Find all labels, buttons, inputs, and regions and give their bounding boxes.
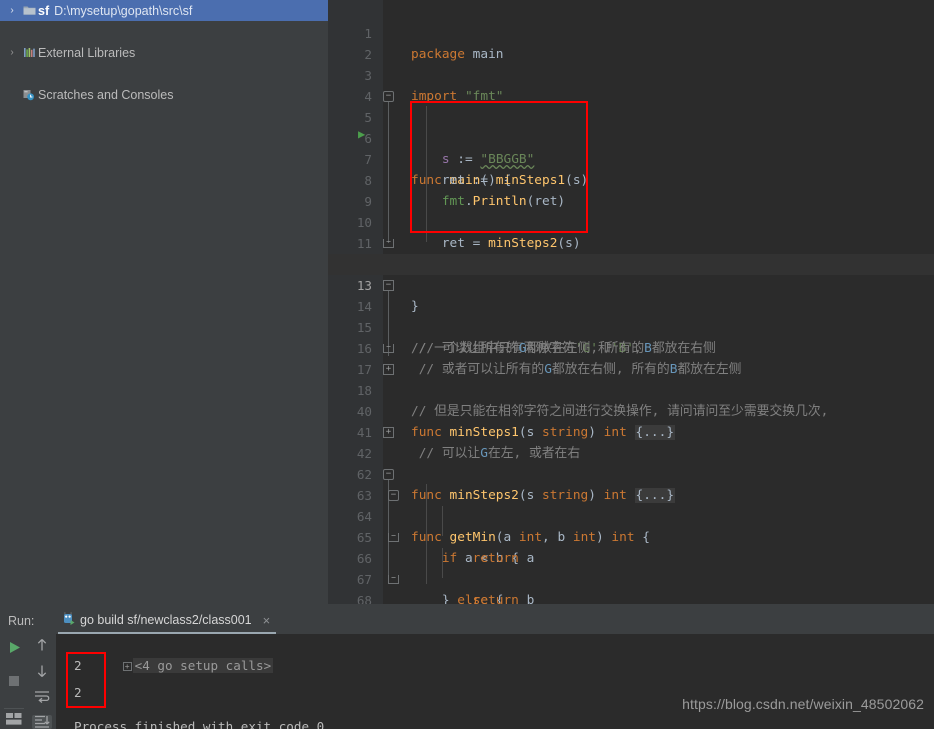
fold-collapse-icon[interactable]: − (383, 91, 394, 102)
console-finished-line: Process finished with exit code 0 (74, 716, 324, 729)
line-number: 68 (328, 590, 372, 604)
code-line: 16 // 或者可以让所有的G都放在右侧, 所有的B都放在左侧 (328, 317, 934, 338)
project-tree-panel: › sf D:\mysetup\gopath\src\sf › External… (0, 0, 328, 604)
chevron-right-icon[interactable]: › (4, 6, 20, 16)
fold-end-icon[interactable]: − (388, 575, 399, 584)
code-line: 40 (328, 380, 934, 401)
code-line: 4 (328, 65, 934, 86)
console-setup-line[interactable]: +<4 go setup calls> (62, 634, 273, 697)
tree-item-label: sf (38, 4, 49, 18)
console-output[interactable]: +<4 go setup calls> 2 2 Process finished… (56, 634, 934, 729)
run-tool-window: Run: go build sf/newclass2/class001 × (0, 604, 934, 729)
scratches-icon (20, 89, 38, 101)
code-line: 5 ▶ − func main() { (328, 86, 934, 107)
run-window-label: Run: (8, 614, 50, 628)
code-line: 62 (328, 443, 934, 464)
run-button[interactable] (4, 638, 24, 658)
fold-expand-icon[interactable]: + (383, 364, 394, 375)
expand-icon[interactable]: + (123, 662, 132, 671)
tree-item-external-libraries[interactable]: › External Libraries (0, 42, 328, 63)
fold-collapse-icon[interactable]: − (388, 490, 399, 501)
stop-button[interactable] (4, 671, 24, 691)
code-line: 3 import "fmt" (328, 44, 934, 65)
code-line: 68 − } (328, 569, 934, 590)
console-output-line: 2 (74, 655, 82, 676)
folder-icon (20, 5, 38, 16)
code-line: 18 + func minSteps1(s string) int {...} (328, 359, 934, 380)
code-line: 65 return a (328, 506, 934, 527)
tree-item-path: D:\mysetup\gopath\src\sf (54, 4, 192, 18)
run-header: Run: go build sf/newclass2/class001 × (0, 608, 934, 634)
tree-item-sf[interactable]: › sf D:\mysetup\gopath\src\sf (0, 0, 328, 21)
code-line: 11 fmt.Println(ret) (328, 212, 934, 233)
run-toolbar-left (0, 634, 28, 729)
fold-end-icon[interactable]: − (388, 533, 399, 542)
code-line: 17 − // 但是只能在相邻字符之间进行交换操作, 请问请问至少需要交换几次, (328, 338, 934, 359)
go-run-icon (62, 612, 75, 629)
code-line: 1 package main (328, 2, 934, 23)
run-toolbar-secondary (28, 634, 56, 729)
console-output-line: 2 (74, 682, 82, 703)
code-line: 66 − } else { (328, 527, 934, 548)
toolbar-divider (4, 708, 24, 709)
close-icon[interactable]: × (263, 613, 271, 628)
code-line: 42 + func minSteps2(s string) int {...} (328, 422, 934, 443)
code-line: 6 s := "BBGGB" (328, 107, 934, 128)
code-line: 2 (328, 23, 934, 44)
code-line: 10 ret = minSteps2(s) (328, 191, 934, 212)
code-line: 14 − // 一个数组中只有两种字符'G'和'B', (328, 275, 934, 296)
fold-expand-icon[interactable]: + (383, 427, 394, 438)
prev-occurrence-button[interactable] (32, 638, 52, 653)
ide-window: › sf D:\mysetup\gopath\src\sf › External… (0, 0, 934, 729)
code-line: 7 ret := minSteps1(s) (328, 128, 934, 149)
code-line: 15 // 可以让所有的G都放在左侧, 所有的B都放在右侧 (328, 296, 934, 317)
line-content: return b (411, 590, 534, 604)
fold-end-icon[interactable]: − (383, 239, 394, 248)
layout-button[interactable] (4, 709, 24, 729)
code-line: 64 − if a < b { (328, 485, 934, 506)
chevron-right-icon[interactable]: › (4, 48, 20, 58)
tree-item-label: Scratches and Consoles (38, 88, 174, 102)
code-line-current: 13 (328, 254, 934, 275)
watermark-text: https://blog.csdn.net/weixin_48502062 (682, 696, 924, 712)
code-line: 67 return b (328, 548, 934, 569)
code-line: 41 // 可以让G在左, 或者在右 (328, 401, 934, 422)
fold-end-icon[interactable]: − (383, 344, 394, 353)
code-line: 12 − } (328, 233, 934, 254)
code-line: 9 (328, 170, 934, 191)
scroll-to-end-button[interactable] (32, 715, 52, 729)
fold-collapse-icon[interactable]: − (383, 280, 394, 291)
run-tab-title: go build sf/newclass2/class001 (80, 613, 252, 627)
tree-item-label: External Libraries (38, 46, 135, 60)
tree-item-scratches-and-consoles[interactable]: Scratches and Consoles (0, 84, 328, 105)
next-occurrence-button[interactable] (32, 664, 52, 679)
code-editor[interactable]: 1 package main 2 3 import "fmt" 4 5 ▶ − … (328, 0, 934, 604)
library-icon (20, 47, 38, 58)
code-line: 63 − func getMin(a int, b int) int { (328, 464, 934, 485)
soft-wrap-button[interactable] (32, 689, 52, 704)
fold-collapse-icon[interactable]: − (383, 469, 394, 480)
code-line: 8 fmt.Println(ret) (328, 149, 934, 170)
run-tab[interactable]: go build sf/newclass2/class001 × (58, 609, 276, 634)
setup-calls-text: <4 go setup calls> (133, 658, 273, 673)
